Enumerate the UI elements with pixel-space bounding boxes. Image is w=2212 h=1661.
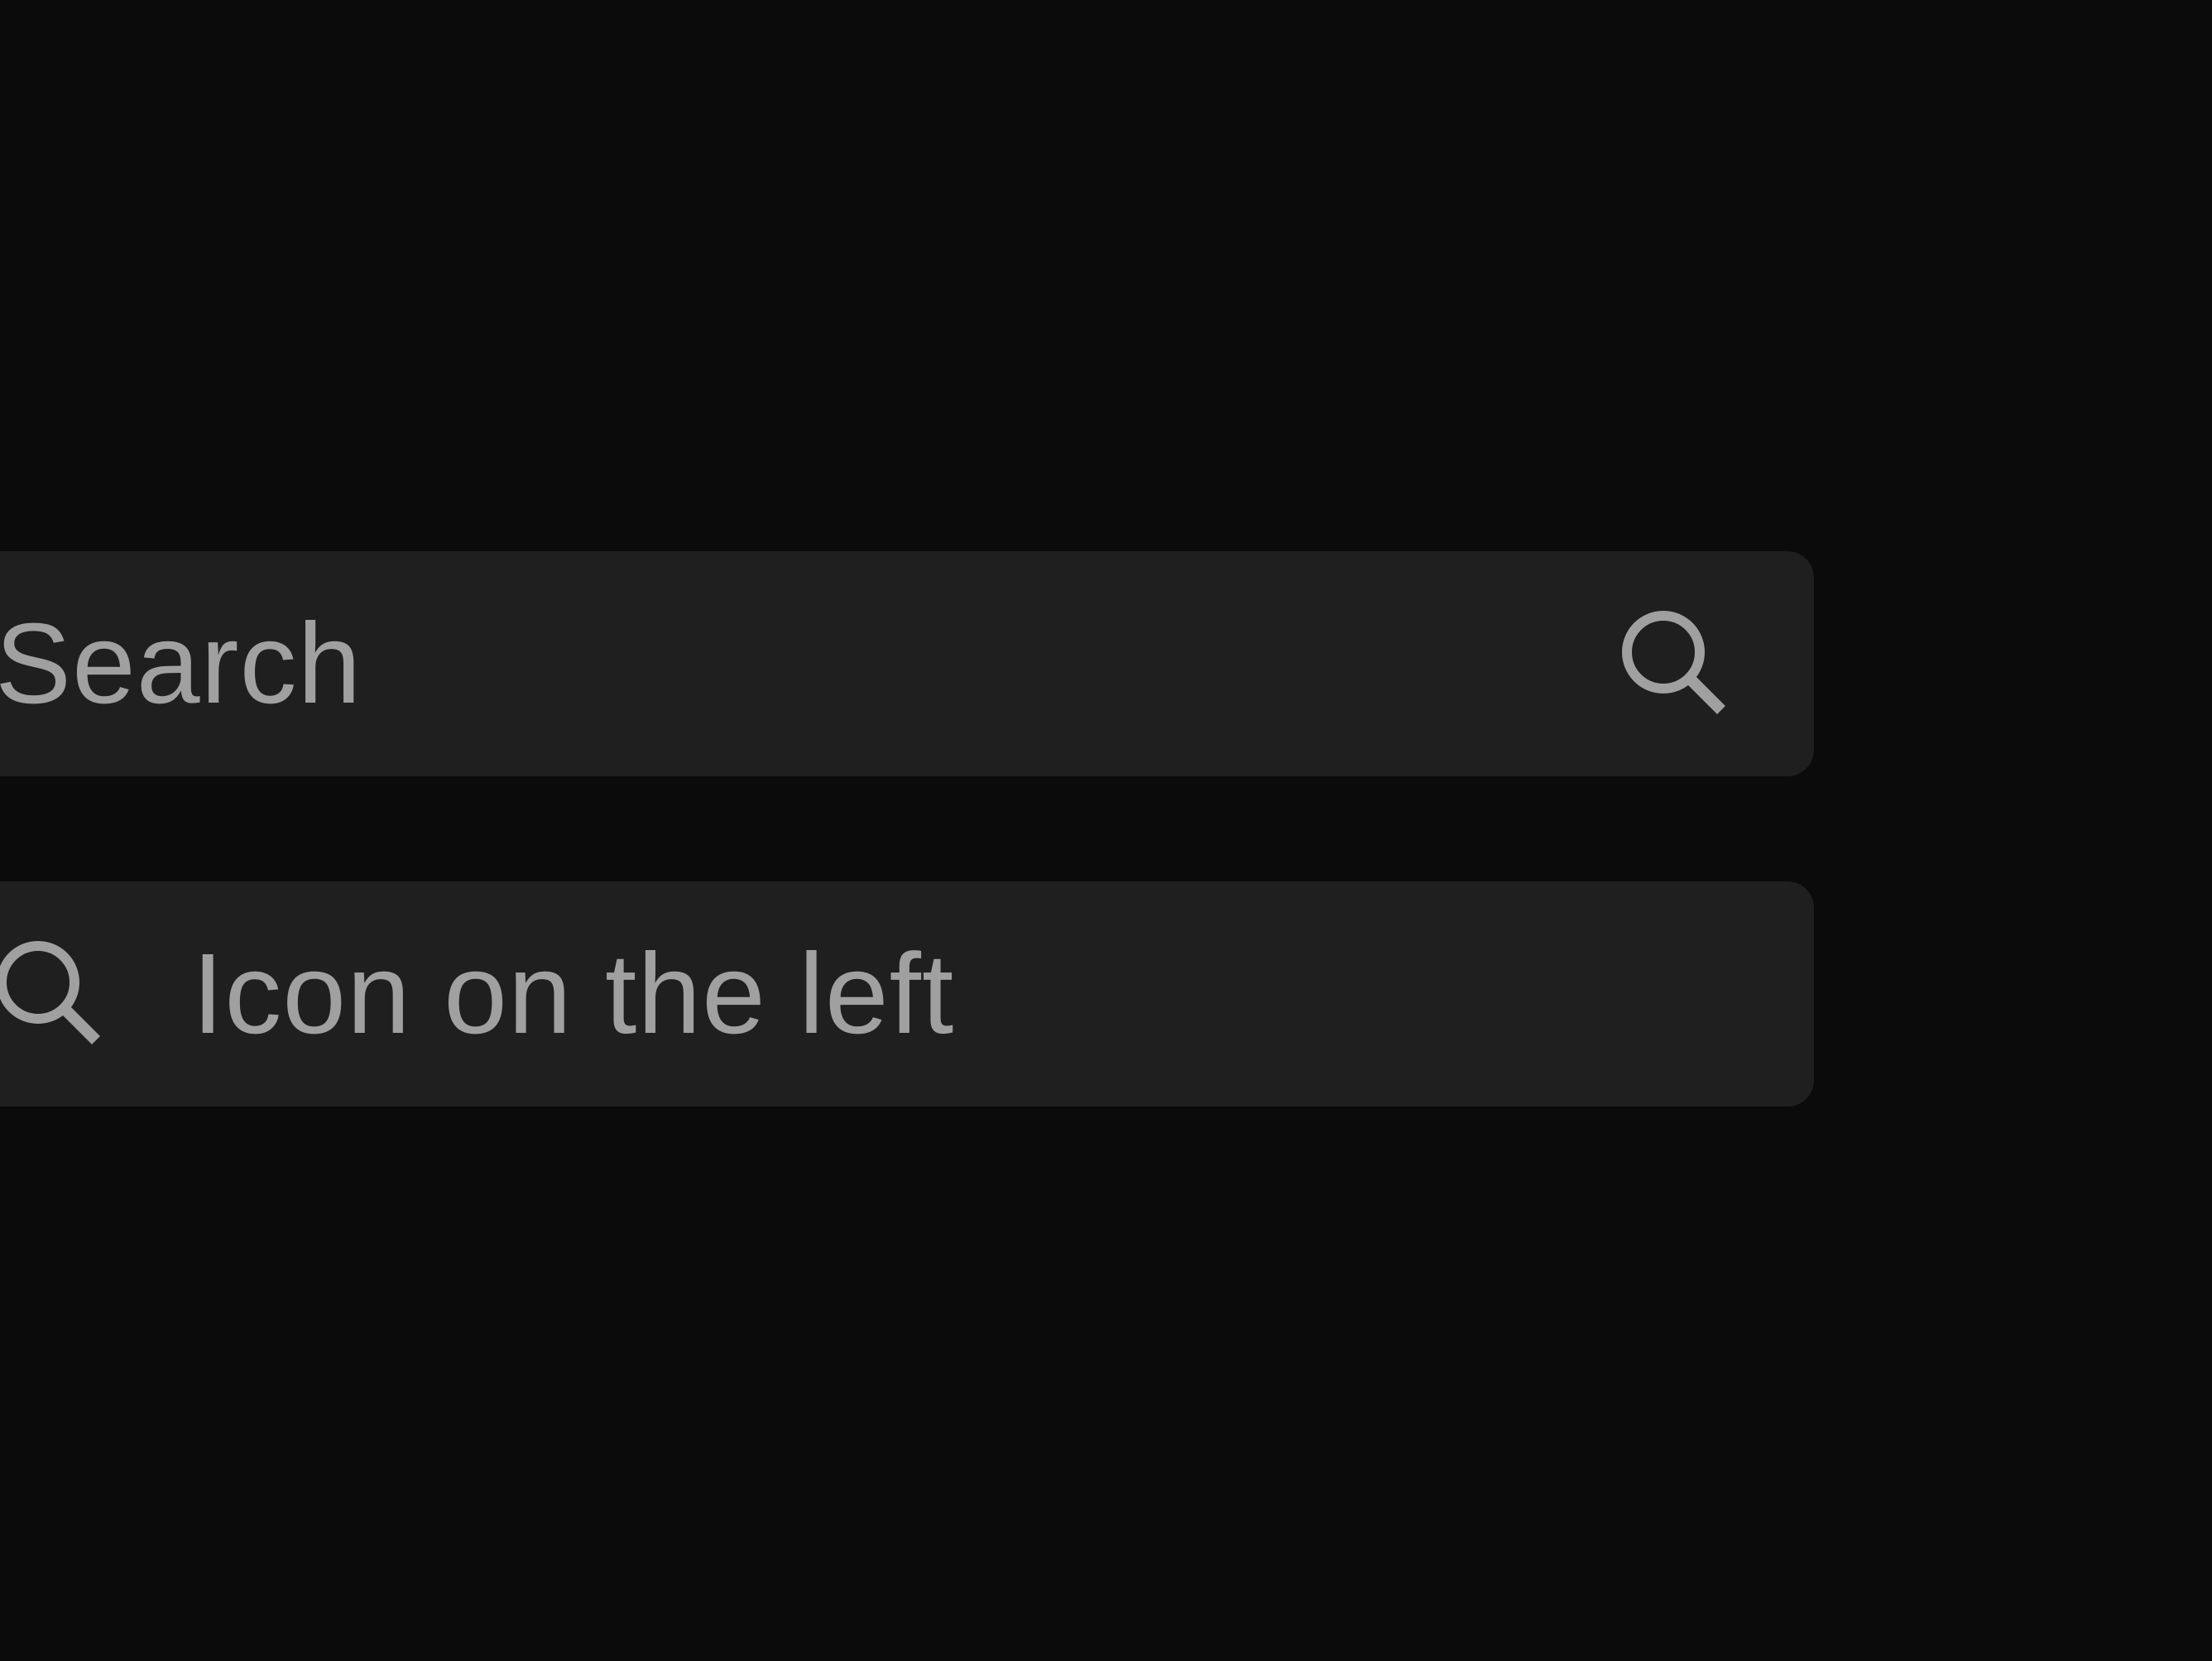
page-canvas: Search Icon on the left <box>0 0 2212 1661</box>
search-icon[interactable] <box>0 938 103 1047</box>
search-placeholder[interactable]: Icon on the left <box>192 881 954 1107</box>
search-field-icon-left[interactable]: Icon on the left <box>0 881 1814 1107</box>
search-field-icon-right[interactable]: Search <box>0 551 1814 776</box>
search-placeholder[interactable]: Search <box>0 551 362 776</box>
search-icon[interactable] <box>1619 607 1728 717</box>
